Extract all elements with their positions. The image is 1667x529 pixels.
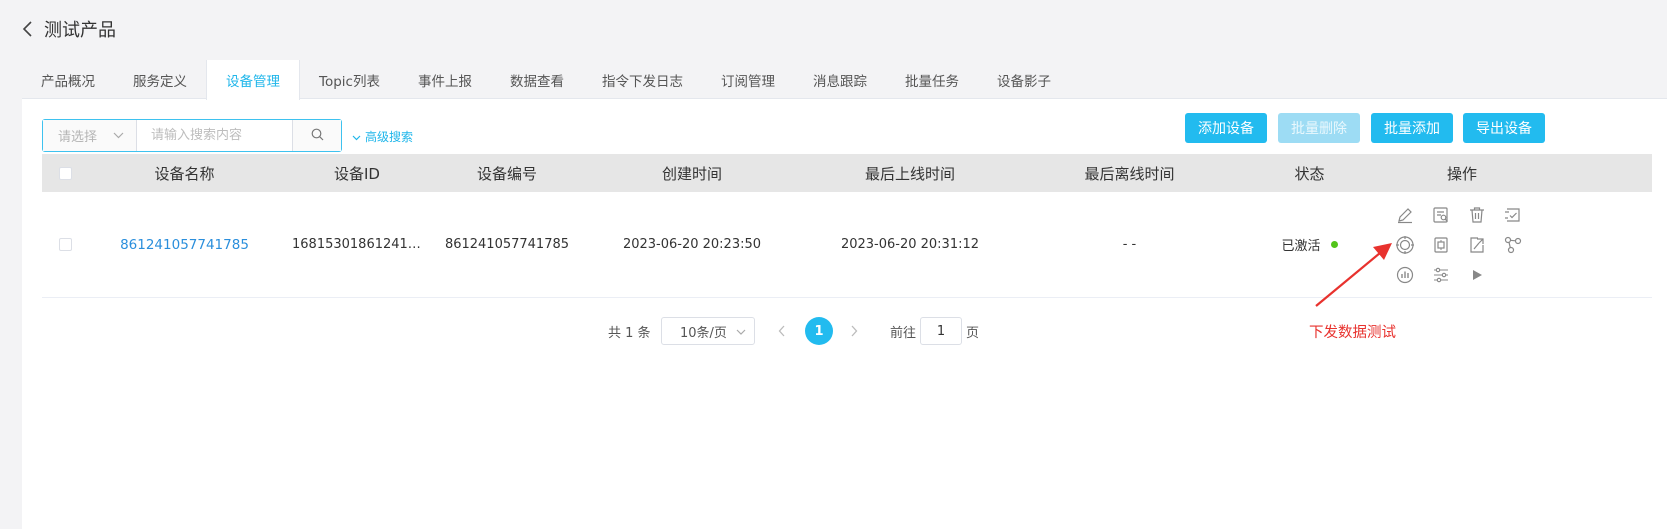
column-header-device-no: 设备编号 [476, 164, 537, 183]
page-title: 测试产品 [44, 20, 116, 41]
tab-data-view[interactable]: 数据查看 [491, 60, 583, 99]
chevron-left-icon[interactable] [22, 20, 34, 38]
page-number-current[interactable]: 1 [805, 317, 833, 345]
play-icon[interactable] [1466, 264, 1488, 286]
check-list-icon[interactable] [1502, 204, 1524, 226]
next-page-icon[interactable] [850, 317, 858, 345]
tab-event-report[interactable]: 事件上报 [399, 60, 491, 99]
add-device-button[interactable]: 添加设备 [1185, 113, 1267, 143]
tab-service-definition[interactable]: 服务定义 [114, 60, 206, 99]
search-bar: 请选择 [42, 119, 342, 152]
column-header-last-offline: 最后离线时间 [1084, 164, 1175, 183]
search-field-select[interactable]: 请选择 [43, 120, 137, 151]
goto-label: 前往 [890, 325, 917, 341]
last-online-cell: 2023-06-20 20:31:12 [840, 237, 980, 252]
chevron-down-icon [352, 130, 361, 144]
delete-icon[interactable] [1466, 204, 1488, 226]
total-count: 共 1 条 [608, 325, 651, 341]
annotation-label: 下发数据测试 [1309, 325, 1396, 341]
device-name-link[interactable]: 861241057741785 [102, 192, 267, 297]
table-header: 设备名称 设备ID 设备编号 创建时间 最后上线时间 最后离线时间 状态 操作 [42, 154, 1652, 192]
pagination: 共 1 条 10条/页 1 前往 页 [22, 317, 1667, 345]
settings-sliders-icon[interactable] [1430, 264, 1452, 286]
search-icon [311, 126, 324, 145]
column-header-name: 设备名称 [154, 164, 215, 183]
column-header-actions: 操作 [1446, 164, 1477, 183]
search-input[interactable] [137, 120, 292, 151]
device-no-cell: 861241057741785 [444, 237, 570, 252]
goto-page-input[interactable] [920, 317, 962, 345]
main-panel: 产品概况 服务定义 设备管理 Topic列表 事件上报 数据查看 指令下发日志 … [22, 60, 1667, 529]
tab-device-shadow[interactable]: 设备影子 [978, 60, 1070, 99]
advanced-search-toggle[interactable]: 高级搜索 [352, 128, 413, 145]
column-header-status: 状态 [1294, 164, 1325, 183]
tab-command-log[interactable]: 指令下发日志 [583, 60, 702, 99]
tab-bar: 产品概况 服务定义 设备管理 Topic列表 事件上报 数据查看 指令下发日志 … [22, 60, 1667, 100]
page-size-select[interactable]: 10条/页 [661, 317, 755, 345]
upgrade-icon[interactable] [1466, 234, 1488, 256]
tab-device-management[interactable]: 设备管理 [206, 60, 300, 100]
tab-message-trace[interactable]: 消息跟踪 [794, 60, 886, 99]
column-header-device-id: 设备ID [334, 164, 380, 183]
select-placeholder: 请选择 [58, 130, 98, 145]
last-offline-cell: - - [1122, 237, 1137, 252]
column-header-created: 创建时间 [661, 164, 722, 183]
select-all-checkbox[interactable] [58, 166, 72, 180]
page-header: 测试产品 [22, 14, 116, 44]
tab-subscription[interactable]: 订阅管理 [702, 60, 794, 99]
page-suffix: 页 [966, 325, 980, 341]
advanced-search-label: 高级搜索 [365, 130, 414, 144]
row-checkbox[interactable] [58, 238, 72, 251]
table-row: 861241057741785 1681530186124105... 8612… [42, 192, 1652, 298]
tab-product-overview[interactable]: 产品概况 [22, 60, 114, 99]
page-size-value: 10条/页 [680, 325, 727, 341]
chevron-down-icon [113, 128, 124, 143]
column-header-last-online: 最后上线时间 [864, 164, 955, 183]
created-time-cell: 2023-06-20 20:23:50 [622, 237, 762, 252]
export-device-button[interactable]: 导出设备 [1463, 113, 1545, 143]
edit-icon[interactable] [1394, 204, 1416, 226]
firmware-icon[interactable] [1430, 234, 1452, 256]
view-details-icon[interactable] [1430, 204, 1452, 226]
device-id-cell: 1681530186124105... [292, 237, 422, 252]
batch-add-button[interactable]: 批量添加 [1371, 113, 1453, 143]
prev-page-icon[interactable] [778, 317, 786, 345]
annotation-arrow [1315, 243, 1392, 307]
batch-delete-button[interactable]: 批量删除 [1278, 113, 1360, 143]
tab-batch-task[interactable]: 批量任务 [886, 60, 978, 99]
chevron-down-icon [736, 324, 746, 339]
tab-topic-list[interactable]: Topic列表 [300, 60, 399, 99]
topology-icon[interactable] [1502, 234, 1524, 256]
search-button[interactable] [292, 120, 341, 151]
